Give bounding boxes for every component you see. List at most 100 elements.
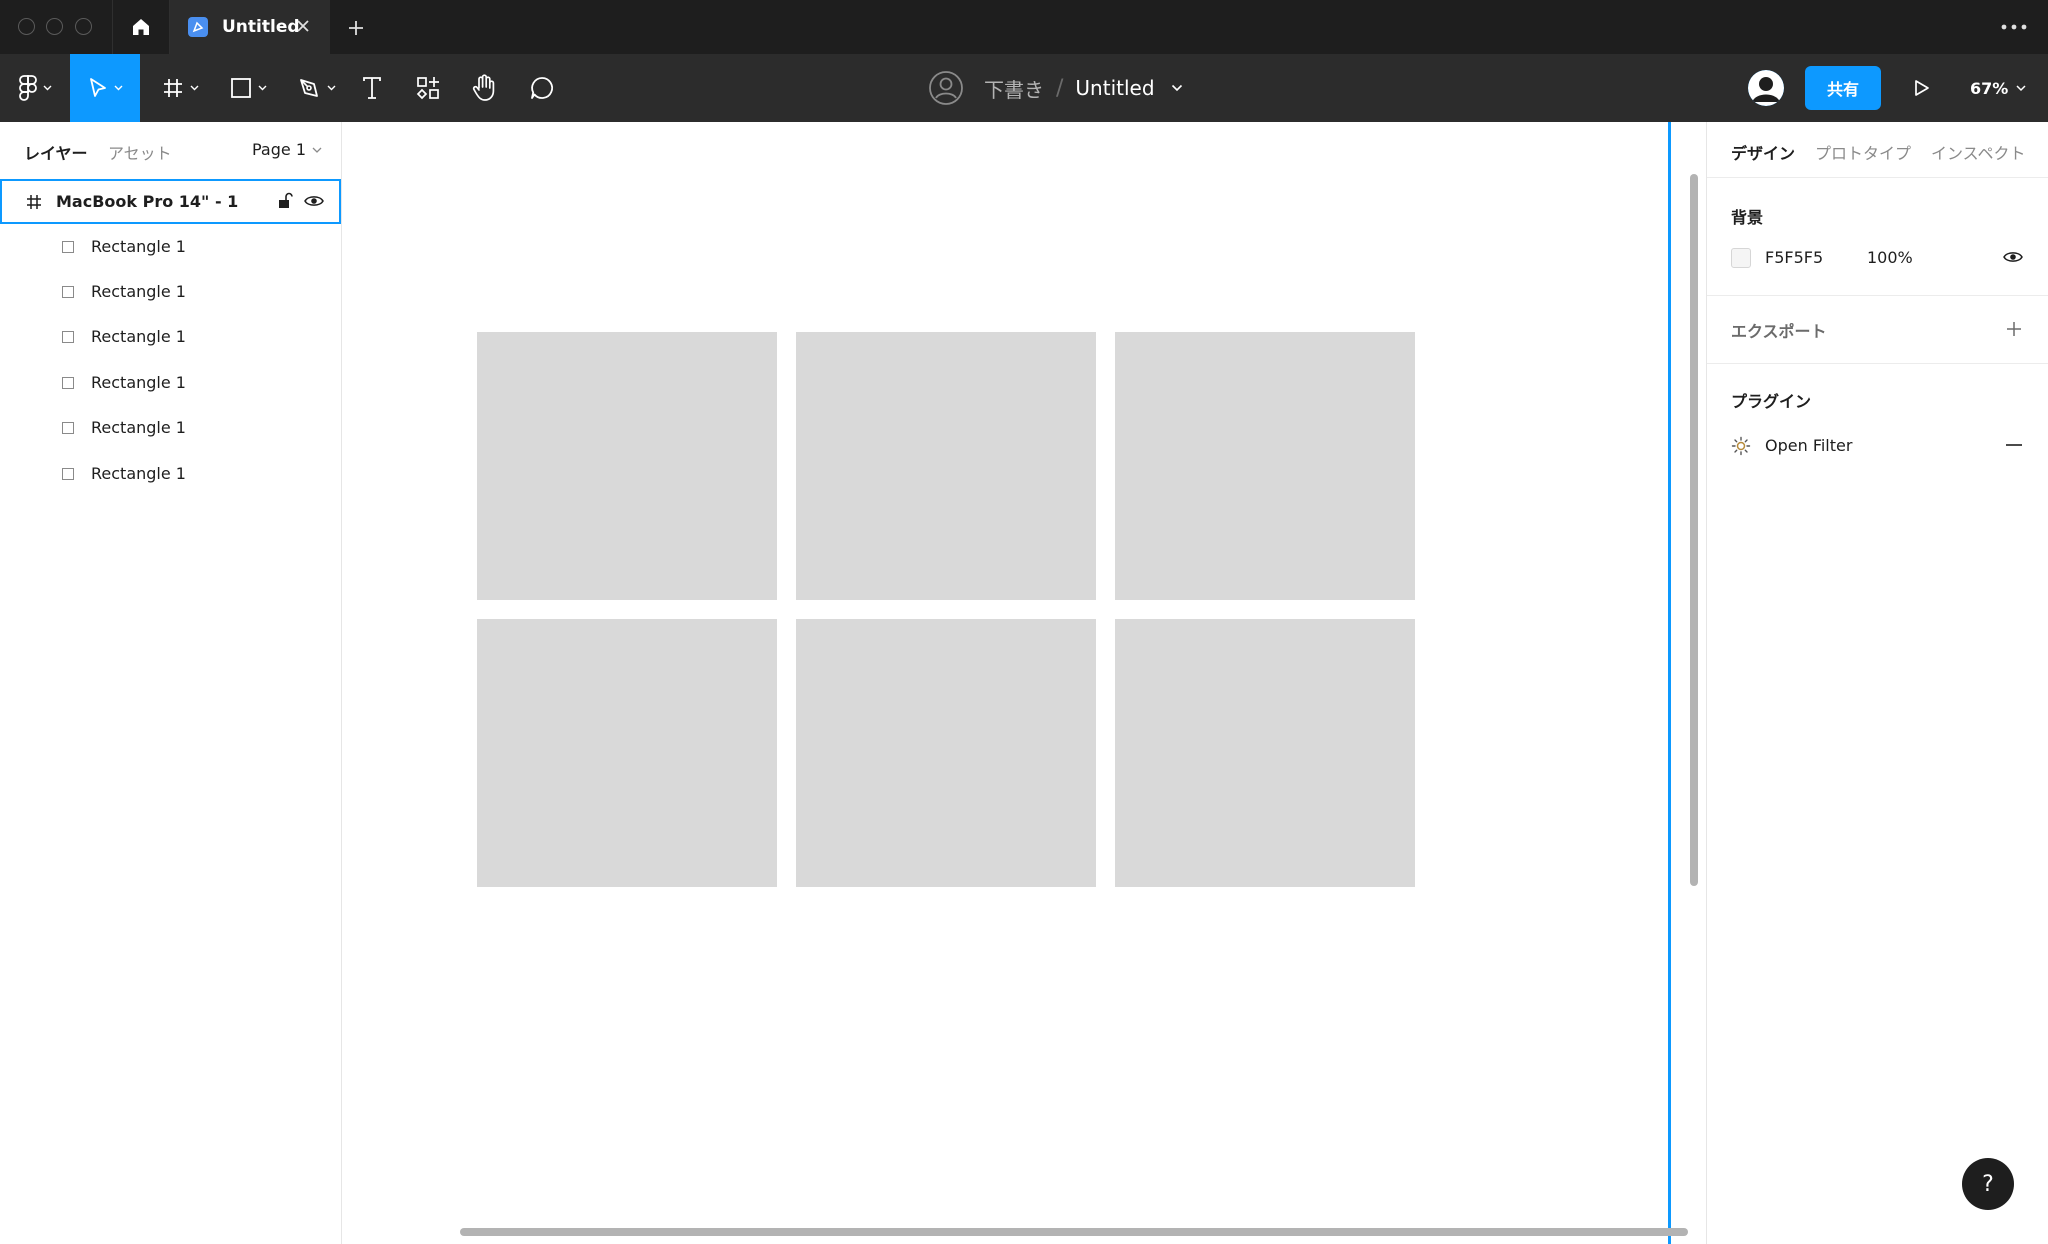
eye-icon[interactable] [2003, 250, 2023, 264]
layer-row[interactable]: Rectangle 1 [0, 224, 341, 269]
team-avatar-icon [929, 71, 963, 105]
background-heading: 背景 [1731, 208, 1764, 227]
rectangle-icon [62, 467, 74, 480]
pen-icon [299, 79, 318, 97]
minus-icon [2006, 444, 2022, 446]
present-button[interactable] [1906, 73, 1938, 103]
hand-tool[interactable] [462, 54, 506, 122]
chevron-down-icon [258, 85, 266, 91]
chevron-down-icon [43, 85, 51, 91]
move-tool[interactable] [70, 54, 140, 122]
canvas-rectangle[interactable] [1115, 332, 1415, 600]
rectangle-icon [62, 330, 74, 343]
pen-tool[interactable] [288, 54, 344, 122]
tab-design[interactable]: デザイン [1731, 140, 1795, 164]
rectangle-icon [62, 240, 74, 253]
tab-prototype[interactable]: プロトタイプ [1815, 140, 1911, 164]
properties-panel: デザイン プロトタイプ インスペクト 背景 F5F5F5 100% エクスポート… [1706, 122, 2048, 1244]
background-hex-value[interactable]: F5F5F5 [1765, 248, 1823, 267]
tab-inspect[interactable]: インスペクト [1931, 140, 2026, 164]
canvas-rectangle[interactable] [477, 332, 777, 600]
text-tool[interactable] [350, 54, 394, 122]
add-export-button[interactable] [2003, 318, 2025, 340]
left-panel-tabs: レイヤー アセット Page 1 [0, 122, 341, 178]
rectangle-icon [230, 78, 251, 98]
help-button[interactable]: ? [1962, 1158, 2014, 1210]
layer-row[interactable]: Rectangle 1 [0, 405, 341, 450]
chevron-down-icon [312, 147, 322, 153]
plugin-item[interactable]: Open Filter [1707, 434, 2048, 458]
tab-assets[interactable]: アセット [108, 140, 172, 164]
vertical-scrollbar[interactable] [1690, 174, 1698, 886]
layer-name: MacBook Pro 14" - 1 [56, 192, 239, 211]
main-menu-button[interactable] [0, 54, 70, 122]
more-menu-button[interactable] [1998, 14, 2030, 40]
remove-plugin-button[interactable] [2003, 434, 2025, 456]
canvas-rectangle[interactable] [796, 619, 1096, 887]
rectangle-icon [62, 376, 74, 389]
window-close-button[interactable] [18, 18, 35, 35]
share-button[interactable]: 共有 [1805, 66, 1881, 110]
export-section: エクスポート [1707, 296, 2048, 364]
tab-title: Untitled [222, 17, 300, 37]
canvas-rectangle[interactable] [477, 619, 777, 887]
breadcrumb: 下書き / Untitled [928, 54, 1183, 122]
frame-hash-icon [163, 79, 182, 97]
tab-layers[interactable]: レイヤー [24, 140, 88, 164]
layer-name: Rectangle 1 [91, 327, 186, 346]
comment-tool[interactable] [518, 54, 566, 122]
canvas-rectangle[interactable] [796, 332, 1096, 600]
layer-frame-row[interactable]: MacBook Pro 14" - 1 [0, 179, 341, 224]
plus-icon [349, 21, 363, 35]
unlock-icon[interactable] [277, 192, 293, 210]
toolbar: 下書き / Untitled [0, 54, 2048, 122]
layer-row[interactable]: Rectangle 1 [0, 451, 341, 496]
layer-name: Rectangle 1 [91, 282, 186, 301]
canvas[interactable] [342, 122, 1706, 1244]
chevron-down-icon [114, 85, 122, 91]
zoom-level: 67% [1970, 78, 2009, 98]
close-tab-button[interactable] [292, 15, 314, 37]
file-tab[interactable]: Untitled [170, 0, 330, 54]
more-icon [2001, 24, 2027, 30]
rectangle-icon [62, 285, 74, 298]
layer-row[interactable]: Rectangle 1 [0, 269, 341, 314]
resources-tool[interactable] [406, 54, 450, 122]
background-color-swatch[interactable] [1731, 248, 1751, 268]
play-icon [1915, 80, 1929, 96]
frame-tool[interactable] [152, 54, 208, 122]
canvas-rectangle[interactable] [1115, 619, 1415, 887]
layer-name: Rectangle 1 [91, 373, 186, 392]
breadcrumb-drafts-link[interactable]: 下書き [984, 74, 1044, 103]
page-selector[interactable]: Page 1 [252, 140, 322, 159]
chevron-down-icon [2016, 84, 2026, 91]
right-panel-tabs: デザイン プロトタイプ インスペクト [1707, 122, 2048, 178]
close-icon [297, 20, 309, 32]
window-minimize-button[interactable] [46, 18, 63, 35]
plugins-section: プラグイン Open Filter [1707, 364, 2048, 494]
background-opacity-value[interactable]: 100% [1867, 248, 1913, 267]
window-zoom-button[interactable] [75, 18, 92, 35]
file-menu-chevron-icon[interactable] [1171, 84, 1183, 92]
resources-icon [416, 77, 439, 100]
rectangle-icon [62, 421, 74, 434]
breadcrumb-separator: / [1056, 75, 1064, 101]
cursor-arrow-icon [89, 78, 106, 97]
eye-icon[interactable] [304, 194, 324, 208]
page-name: Page 1 [252, 140, 306, 159]
layer-row[interactable]: Rectangle 1 [0, 360, 341, 405]
shape-tool[interactable] [220, 54, 276, 122]
figma-file-icon [188, 17, 208, 37]
background-section: 背景 F5F5F5 100% [1707, 178, 2048, 296]
home-tab[interactable] [112, 0, 170, 54]
horizontal-scrollbar[interactable] [460, 1228, 1688, 1236]
file-name[interactable]: Untitled [1075, 76, 1154, 100]
figma-logo-icon [18, 75, 37, 101]
plugins-heading: プラグイン [1731, 392, 1812, 411]
zoom-menu[interactable]: 67% [1970, 73, 2026, 103]
layer-row[interactable]: Rectangle 1 [0, 314, 341, 359]
layers-panel: レイヤー アセット Page 1 MacBook Pro 14" - 1 Rec… [0, 122, 342, 1244]
user-avatar[interactable] [1748, 70, 1784, 106]
layer-name: Rectangle 1 [91, 237, 186, 256]
new-tab-button[interactable] [342, 14, 370, 42]
